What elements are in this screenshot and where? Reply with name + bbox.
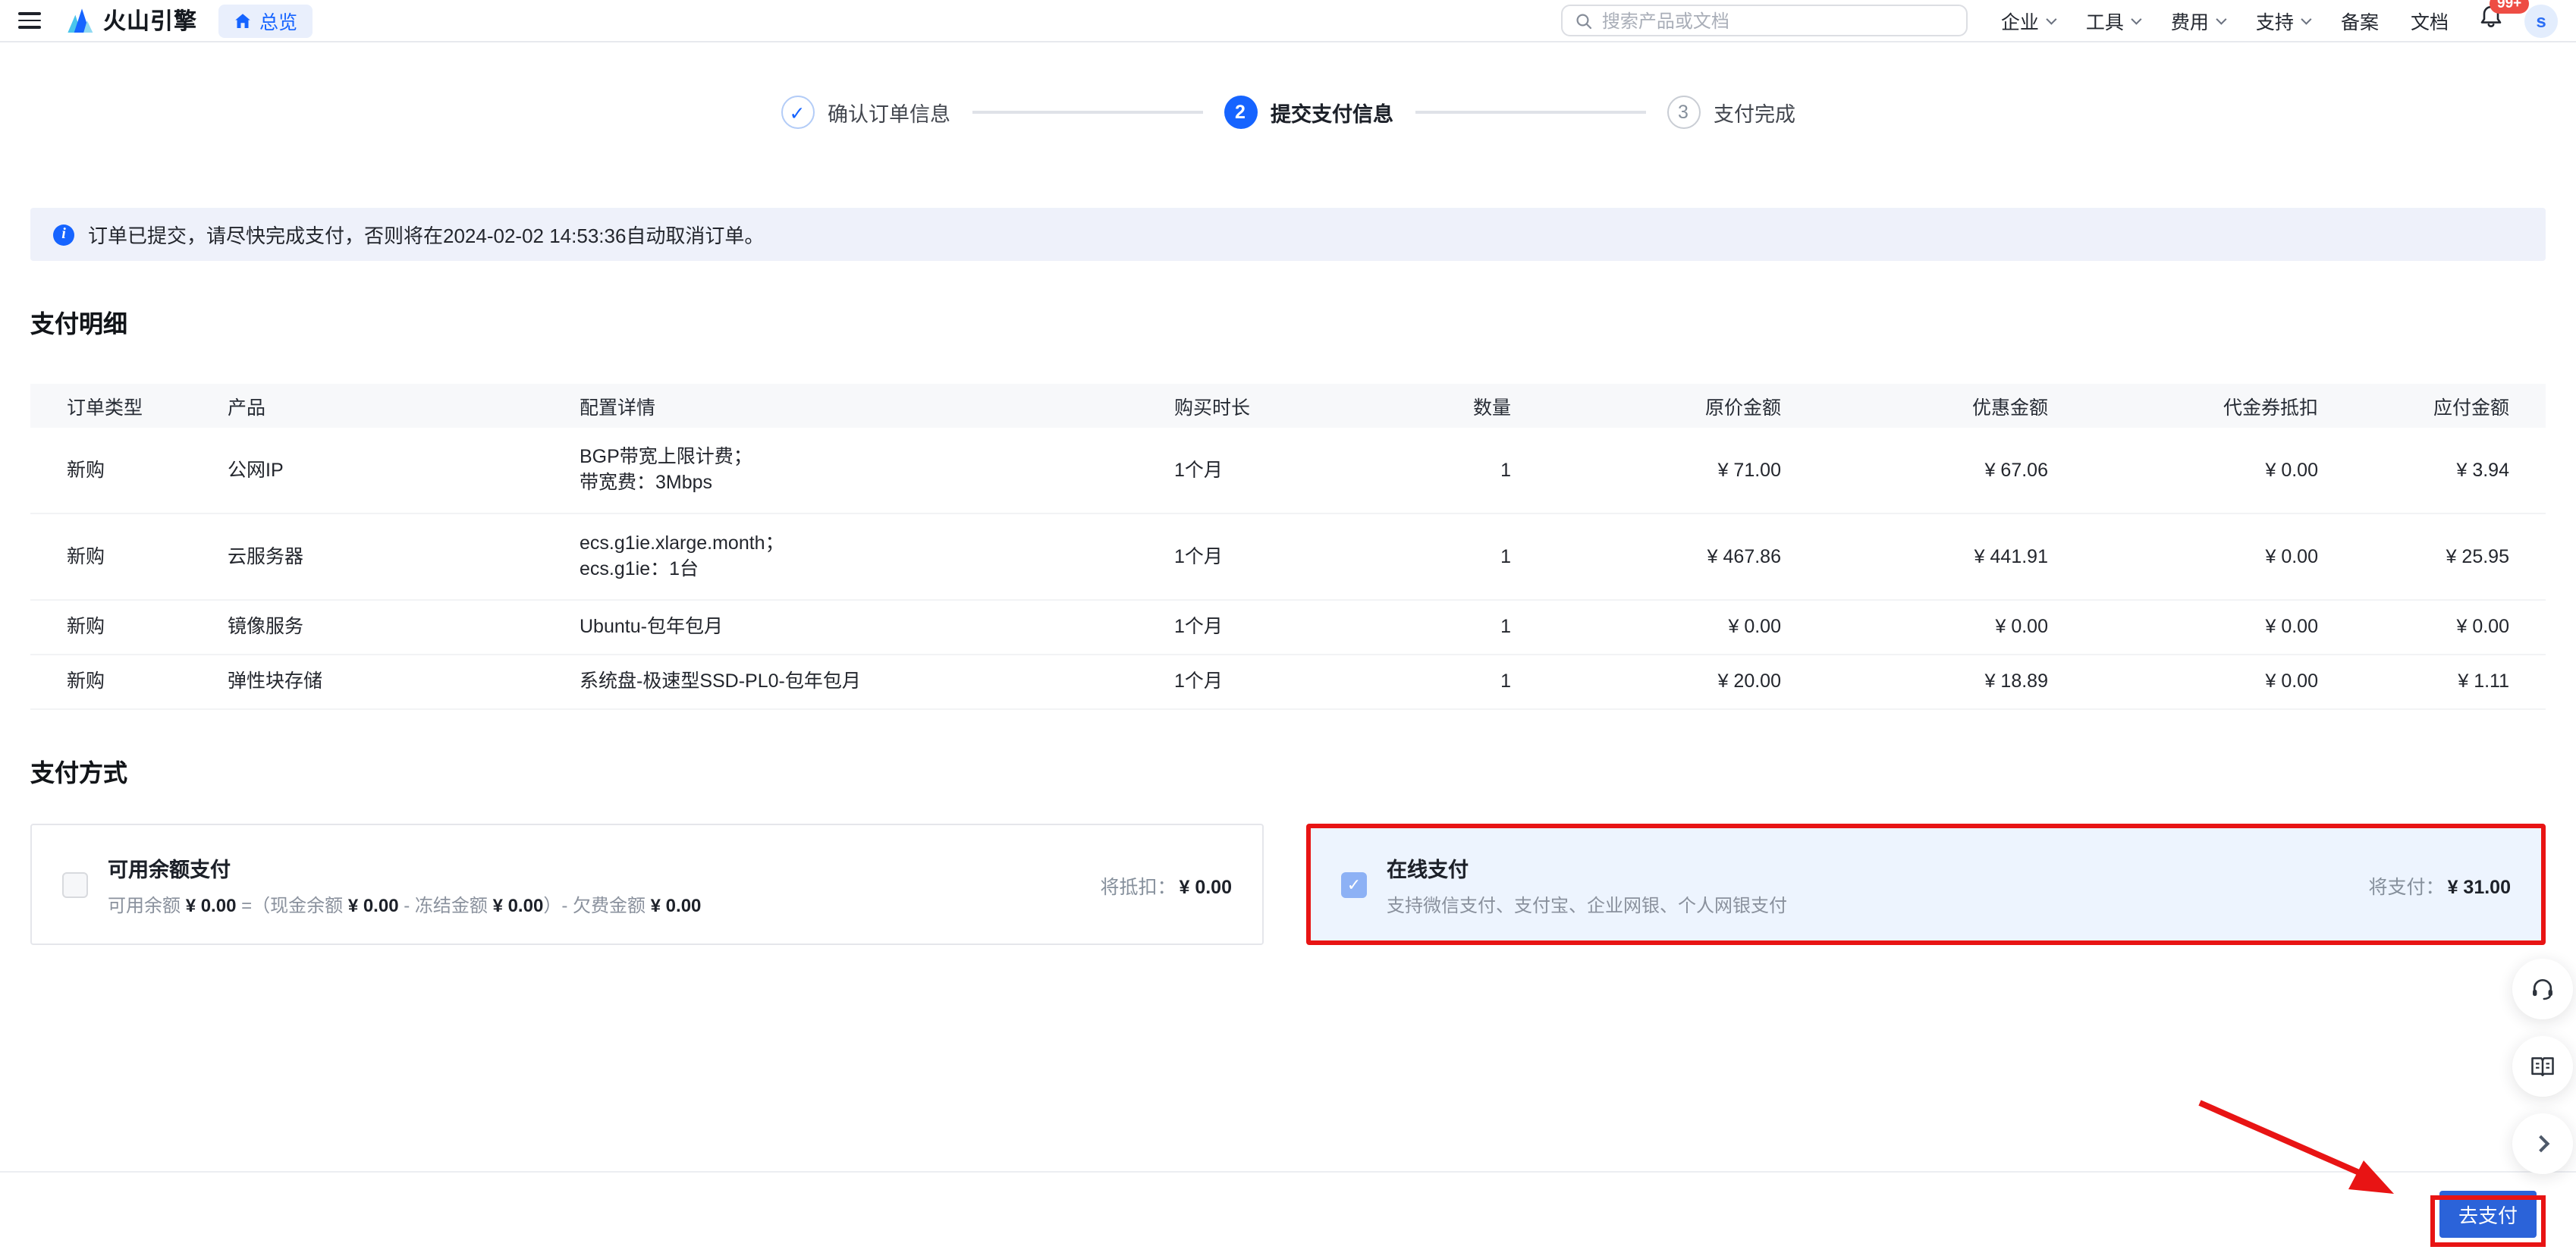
chevron-down-icon xyxy=(2216,14,2227,25)
nav-item-备案[interactable]: 备案 xyxy=(2341,6,2379,35)
brand-logo[interactable]: 火山引擎 xyxy=(65,5,197,36)
chevron-down-icon xyxy=(2301,14,2312,25)
chevron-right-icon xyxy=(2531,1135,2549,1153)
menu-icon[interactable] xyxy=(18,12,41,29)
step-connector xyxy=(972,111,1202,114)
topbar: 火山引擎 总览 企业工具费用支持备案 文档 99+ xyxy=(0,0,2576,42)
table-row: 新购 云服务器 ecs.g1ie.xlarge.month； ecs.g1ie：1台 1… xyxy=(30,513,2546,601)
nav-item-工具[interactable]: 工具 xyxy=(2086,6,2142,35)
nav-item-支持[interactable]: 支持 xyxy=(2256,6,2312,35)
search-input[interactable] xyxy=(1601,10,1954,31)
payment-method-title: 支付方式 xyxy=(30,761,128,787)
payment-option-balance[interactable]: 可用余额支付 可用余额 ¥ 0.00 =（现金余额 ¥ 0.00 - 冻结金额 … xyxy=(30,824,1264,945)
search-box[interactable] xyxy=(1560,5,1968,36)
home-icon xyxy=(235,13,250,27)
col-product: 产品 xyxy=(191,384,543,428)
balance-checkbox[interactable] xyxy=(62,871,88,897)
table-row: 新购 弹性块存储 系统盘-极速型SSD-PL0-包年包月 1个月 1 ¥ 20.00 ¥ 1… xyxy=(30,655,2546,710)
order-table: 订单类型 产品 配置详情 购买时长 数量 原价金额 优惠金额 代金券抵扣 应付金… xyxy=(30,384,2546,710)
col-discount-amount: 优惠金额 xyxy=(1817,384,2084,428)
col-order-type: 订单类型 xyxy=(30,384,191,428)
info-icon xyxy=(53,224,74,245)
support-button[interactable] xyxy=(2512,959,2573,1019)
col-duration: 购买时长 xyxy=(1138,384,1411,428)
col-quantity: 数量 xyxy=(1411,384,1547,428)
volcano-logo-icon xyxy=(68,8,93,33)
chevron-down-icon xyxy=(2131,14,2142,25)
order-table-body: 新购 公网IP BGP带宽上限计费； 带宽费：3Mbps 1个月 1 ¥ 71.00 ¥ 67… xyxy=(30,428,2546,710)
col-config: 配置详情 xyxy=(543,384,1138,428)
page: 火山引擎 总览 企业工具费用支持备案 文档 99+ xyxy=(0,0,2576,1256)
footer-bar: 去支付 xyxy=(0,1171,2576,1256)
topbar-nav: 企业 工具 费用 支持 备案 文档 xyxy=(2001,6,2449,35)
notification-count-badge: 99+ xyxy=(2490,0,2530,14)
step-confirm-order: 确认订单信息 xyxy=(781,96,950,129)
online-channels: 支持微信支付、支付宝、企业网银、个人网银支付 xyxy=(1387,894,1788,915)
payment-detail-title: 支付明细 xyxy=(30,312,128,338)
headset-icon xyxy=(2533,979,2552,1000)
pay-amount: 将支付： ¥ 31.00 xyxy=(2368,876,2511,897)
avatar[interactable]: s xyxy=(2524,4,2558,37)
search-icon xyxy=(1576,13,1591,29)
tab-overview[interactable]: 总览 xyxy=(218,4,313,37)
table-row: 新购 镜像服务 Ubuntu-包年包月 1个月 1 ¥ 0.00 ¥ 0.00 ¥ 0.00 ¥… xyxy=(30,600,2546,655)
go-pay-button[interactable]: 去支付 xyxy=(2439,1191,2537,1238)
step-number-3: 3 xyxy=(1667,96,1700,129)
col-payable-amount: 应付金额 xyxy=(2355,384,2546,428)
nav-item-文档[interactable]: 文档 xyxy=(2411,6,2449,35)
brand-name: 火山引擎 xyxy=(103,9,198,35)
col-voucher-deduction: 代金券抵扣 xyxy=(2084,384,2355,428)
order-table-header: 订单类型 产品 配置详情 购买时长 数量 原价金额 优惠金额 代金券抵扣 应付金… xyxy=(30,384,2546,428)
step-submit-payment: 2 提交支付信息 xyxy=(1224,96,1393,129)
col-original-amount: 原价金额 xyxy=(1547,384,1817,428)
book-icon xyxy=(2531,1057,2554,1076)
collapse-button[interactable] xyxy=(2512,1113,2573,1174)
step-payment-complete: 3 支付完成 xyxy=(1667,96,1795,129)
step-connector xyxy=(1415,111,1645,114)
deduct-amount: 将抵扣： ¥ 0.00 xyxy=(1100,876,1232,897)
payment-option-online[interactable]: 在线支付 支持微信支付、支付宝、企业网银、个人网银支付 将支付：¥ 31.00 xyxy=(1306,824,2546,945)
nav-item-费用[interactable]: 费用 xyxy=(2171,6,2227,35)
order-steps: 确认订单信息 2 提交支付信息 3 支付完成 xyxy=(0,91,2576,133)
docs-button[interactable] xyxy=(2512,1036,2573,1097)
online-checkbox[interactable] xyxy=(1341,871,1367,897)
step-done-check-icon xyxy=(781,96,814,129)
floating-toolbar xyxy=(2512,959,2573,1174)
order-submitted-banner: 订单已提交，请尽快完成支付，否则将在2024-02-02 14:53:36自动取… xyxy=(30,208,2546,261)
tab-overview-label: 总览 xyxy=(259,12,298,33)
chevron-down-icon xyxy=(2046,14,2057,25)
balance-formula: 可用余额 ¥ 0.00 =（现金余额 ¥ 0.00 - 冻结金额 ¥ 0.00）… xyxy=(108,894,702,915)
nav-item-企业[interactable]: 企业 xyxy=(2001,6,2057,35)
step-number-2: 2 xyxy=(1224,96,1257,129)
table-row: 新购 公网IP BGP带宽上限计费； 带宽费：3Mbps 1个月 1 ¥ 71.00 ¥ 67… xyxy=(30,428,2546,514)
notifications-button[interactable]: 99+ xyxy=(2479,0,2530,36)
banner-text: 订单已提交，请尽快完成支付，否则将在2024-02-02 14:53:36自动取… xyxy=(88,225,765,247)
